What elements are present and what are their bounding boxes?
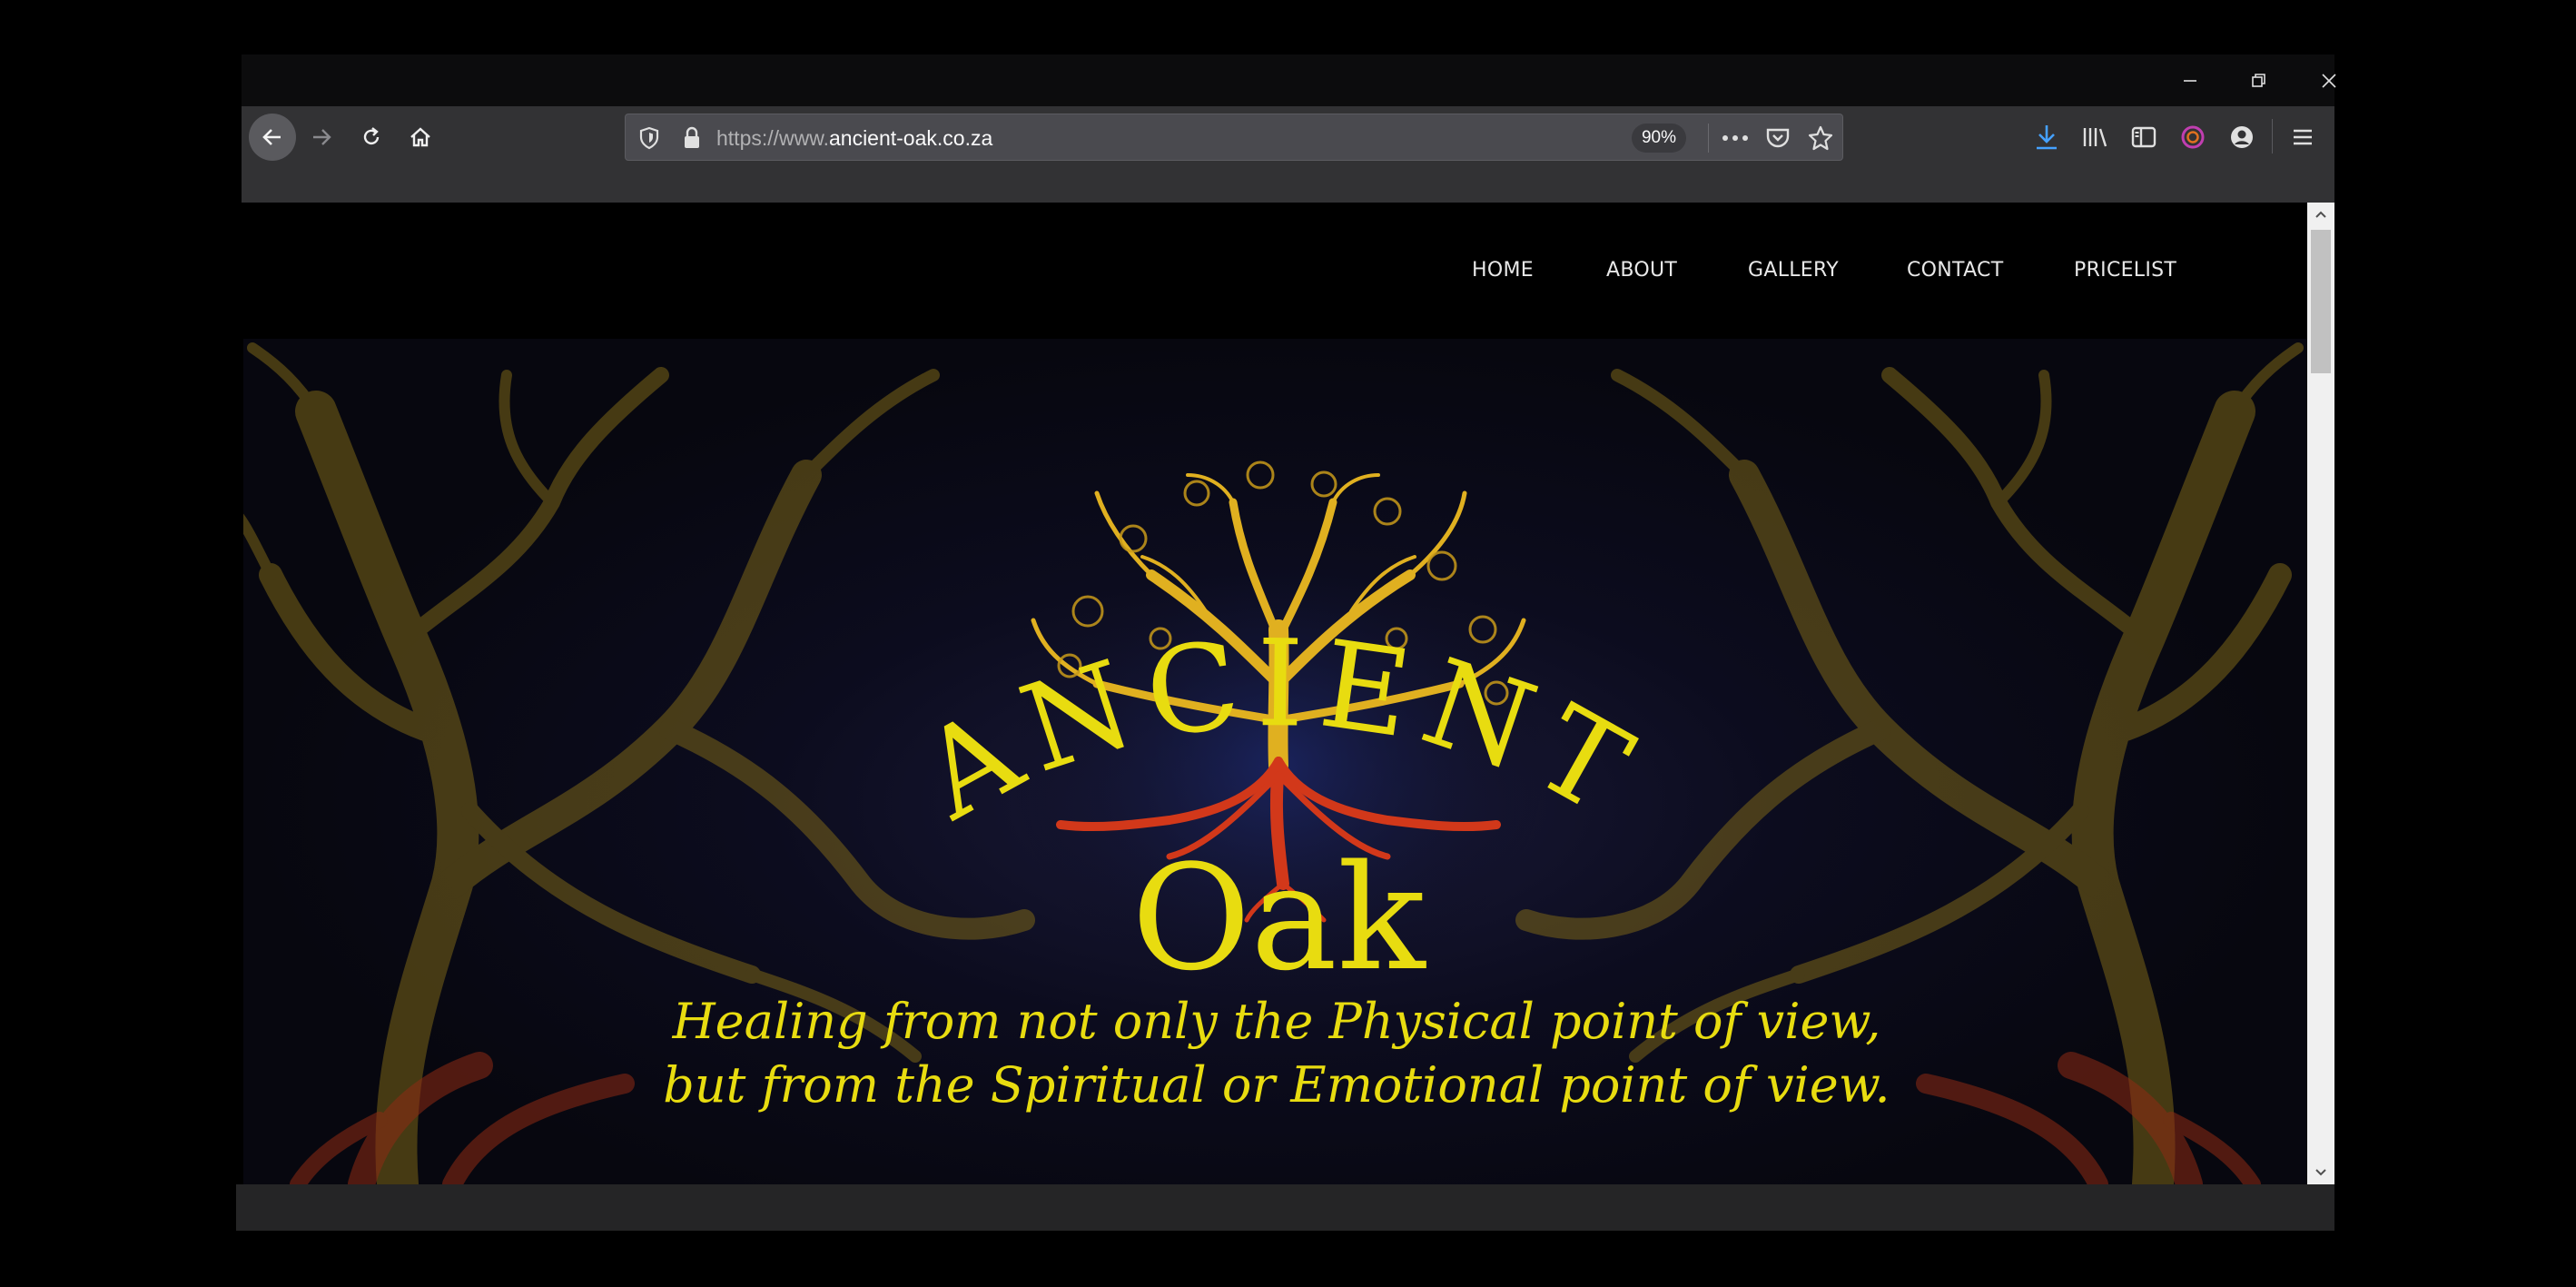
chevron-up-icon: [2315, 211, 2326, 218]
nav-home-link[interactable]: HOME: [1472, 259, 1534, 282]
page-scrollbar[interactable]: [2307, 203, 2334, 1184]
scroll-up-button[interactable]: [2307, 203, 2334, 226]
home-icon: [410, 127, 430, 147]
restore-button[interactable]: [2226, 54, 2292, 106]
restore-icon: [2252, 73, 2265, 87]
right-background-roots: [1916, 1052, 2261, 1184]
reload-button[interactable]: [348, 114, 395, 161]
url-domain: ancient-oak.co.za: [828, 126, 993, 150]
app-menu-button[interactable]: [2283, 117, 2323, 157]
sidebar-toggle-button[interactable]: [2124, 117, 2164, 157]
hero-banner: ANCIENT Oak Healing from not only the Ph…: [243, 339, 2307, 1184]
nav-about-link[interactable]: ABOUT: [1606, 259, 1677, 282]
download-arrow-icon: [2037, 125, 2057, 150]
home-button[interactable]: [397, 114, 444, 161]
window-bottom-bar: [236, 1184, 2334, 1231]
back-button[interactable]: [249, 114, 296, 161]
navigation-toolbar: https://www.ancient-oak.co.za 90%: [242, 106, 2334, 166]
minimize-icon: [2184, 79, 2196, 82]
star-icon: [1808, 125, 1833, 151]
downloads-button[interactable]: [2027, 117, 2067, 157]
page-actions-button[interactable]: [1717, 122, 1753, 154]
pocket-button[interactable]: [1760, 122, 1796, 154]
main-nav: HOME ABOUT GALLERY CONTACT PRICELIST: [242, 259, 2307, 286]
pocket-icon: [1766, 128, 1790, 148]
arrow-right-icon: [313, 129, 331, 145]
extension-ring-icon: [2181, 125, 2205, 149]
tracking-shield-icon[interactable]: [638, 126, 660, 153]
zoom-level-badge[interactable]: 90%: [1632, 124, 1686, 153]
nav-contact-link[interactable]: CONTACT: [1907, 259, 2003, 282]
reload-icon: [363, 127, 380, 145]
nav-gallery-link[interactable]: GALLERY: [1748, 259, 1839, 282]
arrow-left-icon: [262, 129, 281, 145]
logo-oak-text: Oak: [1131, 833, 1427, 1003]
scrollbar-thumb[interactable]: [2311, 230, 2331, 373]
browser-window: https://www.ancient-oak.co.za 90% HOME A…: [236, 54, 2336, 1231]
library-icon: [2083, 128, 2107, 147]
url-prefix: https://www.: [716, 126, 829, 150]
bookmark-star-button[interactable]: [1802, 122, 1839, 154]
nav-pricelist-link[interactable]: PRICELIST: [2074, 259, 2176, 282]
forward-button[interactable]: [298, 114, 345, 161]
url-text[interactable]: https://www.ancient-oak.co.za: [716, 126, 992, 151]
page-viewport: HOME ABOUT GALLERY CONTACT PRICELIST ANC…: [242, 203, 2307, 1184]
site-header: HOME ABOUT GALLERY CONTACT PRICELIST: [242, 203, 2307, 339]
address-bar[interactable]: https://www.ancient-oak.co.za 90%: [625, 114, 1843, 161]
more-dots-icon: [1722, 135, 1748, 141]
chevron-down-icon: [2315, 1169, 2326, 1176]
extension-button[interactable]: [2173, 117, 2213, 157]
hero-artwork: ANCIENT Oak Healing from not only the Ph…: [243, 342, 2304, 1184]
minimize-button[interactable]: [2157, 54, 2223, 106]
tagline-line-2: but from the Spiritual or Emotional poin…: [663, 1056, 1890, 1114]
tagline-line-1: Healing from not only the Physical point…: [672, 993, 1881, 1050]
sidebar-icon: [2131, 126, 2157, 148]
library-button[interactable]: [2075, 117, 2115, 157]
account-icon: [2231, 126, 2253, 148]
hamburger-menu-icon: [2294, 129, 2312, 145]
toolbar-separator: [2272, 119, 2273, 153]
close-button[interactable]: [2296, 54, 2362, 106]
title-bar: [242, 54, 2336, 106]
account-button[interactable]: [2222, 117, 2262, 157]
lock-icon[interactable]: [682, 125, 702, 154]
toolbar-spacer: [242, 166, 2334, 207]
scroll-down-button[interactable]: [2307, 1161, 2334, 1184]
left-background-roots: [290, 1052, 635, 1184]
url-separator: [1708, 124, 1709, 153]
close-icon: [2322, 73, 2336, 88]
